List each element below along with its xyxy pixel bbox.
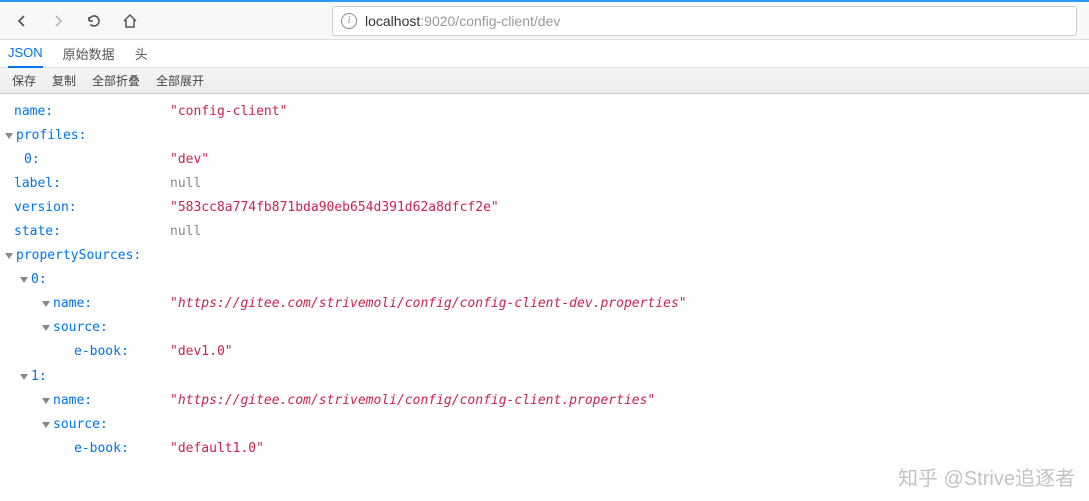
json-row-ps1-name: name: "https://gitee.com/strivemoli/conf… xyxy=(0,389,1089,413)
json-value: "https://gitee.com/strivemoli/config/con… xyxy=(170,292,687,316)
json-key[interactable]: version: xyxy=(14,196,77,220)
json-row-ps-1: 1: xyxy=(0,365,1089,389)
json-row-ps-0: 0: xyxy=(0,268,1089,292)
collapse-icon[interactable] xyxy=(42,422,50,428)
json-value: null xyxy=(170,172,201,196)
json-key[interactable]: e-book: xyxy=(74,437,129,461)
json-row-state: state: null xyxy=(0,220,1089,244)
json-value: "default1.0" xyxy=(170,437,264,461)
action-toolbar: 保存 复制 全部折叠 全部展开 xyxy=(0,68,1089,94)
json-value: "https://gitee.com/strivemoli/config/con… xyxy=(170,389,655,413)
url-text: localhost:9020/config-client/dev xyxy=(365,13,560,29)
collapse-icon[interactable] xyxy=(5,253,13,259)
json-row-profiles: profiles: xyxy=(0,124,1089,148)
main-tabs: JSON 原始数据 头 xyxy=(0,40,1089,68)
collapse-all-button[interactable]: 全部折叠 xyxy=(84,70,148,91)
json-row-ps0-name: name: "https://gitee.com/strivemoli/conf… xyxy=(0,292,1089,316)
json-key[interactable]: name: xyxy=(14,100,53,124)
json-key[interactable]: 1: xyxy=(31,365,47,389)
home-button[interactable] xyxy=(116,7,144,35)
copy-button[interactable]: 复制 xyxy=(44,70,84,91)
json-key[interactable]: name: xyxy=(53,389,92,413)
json-row-ps0-ebook: e-book: "dev1.0" xyxy=(0,340,1089,364)
save-button[interactable]: 保存 xyxy=(4,70,44,91)
json-row-profiles-0: 0: "dev" xyxy=(0,148,1089,172)
json-value: "config-client" xyxy=(170,100,287,124)
collapse-icon[interactable] xyxy=(42,301,50,307)
back-button[interactable] xyxy=(8,7,36,35)
json-row-label: label: null xyxy=(0,172,1089,196)
json-key[interactable]: profiles: xyxy=(16,124,86,148)
json-key[interactable]: e-book: xyxy=(74,340,129,364)
tab-json[interactable]: JSON xyxy=(8,40,43,68)
url-bar[interactable]: i localhost:9020/config-client/dev xyxy=(332,6,1077,36)
collapse-icon[interactable] xyxy=(5,133,13,139)
json-key[interactable]: 0: xyxy=(24,148,40,172)
browser-toolbar: i localhost:9020/config-client/dev xyxy=(0,0,1089,40)
json-row-version: version: "583cc8a774fb871bda90eb654d391d… xyxy=(0,196,1089,220)
collapse-icon[interactable] xyxy=(20,374,28,380)
tab-raw-data[interactable]: 原始数据 xyxy=(63,40,115,68)
json-key[interactable]: source: xyxy=(53,413,108,437)
reload-button[interactable] xyxy=(80,7,108,35)
json-key[interactable]: 0: xyxy=(31,268,47,292)
json-key[interactable]: propertySources: xyxy=(16,244,141,268)
collapse-icon[interactable] xyxy=(42,398,50,404)
json-row-propertysources: propertySources: xyxy=(0,244,1089,268)
json-value: "dev" xyxy=(170,148,209,172)
json-value: null xyxy=(170,220,201,244)
expand-all-button[interactable]: 全部展开 xyxy=(148,70,212,91)
forward-button[interactable] xyxy=(44,7,72,35)
json-key[interactable]: source: xyxy=(53,316,108,340)
json-row-name: name: "config-client" xyxy=(0,100,1089,124)
tab-headers[interactable]: 头 xyxy=(135,40,148,68)
json-row-ps1-ebook: e-book: "default1.0" xyxy=(0,437,1089,461)
json-key[interactable]: state: xyxy=(14,220,61,244)
json-key[interactable]: name: xyxy=(53,292,92,316)
info-icon: i xyxy=(341,13,357,29)
json-value: "dev1.0" xyxy=(170,340,233,364)
collapse-icon[interactable] xyxy=(20,277,28,283)
collapse-icon[interactable] xyxy=(42,325,50,331)
json-viewer: name: "config-client" profiles: 0: "dev"… xyxy=(0,94,1089,467)
json-key[interactable]: label: xyxy=(14,172,61,196)
json-row-ps0-source: source: xyxy=(0,316,1089,340)
json-value: "583cc8a774fb871bda90eb654d391d62a8dfcf2… xyxy=(170,196,499,220)
json-row-ps1-source: source: xyxy=(0,413,1089,437)
